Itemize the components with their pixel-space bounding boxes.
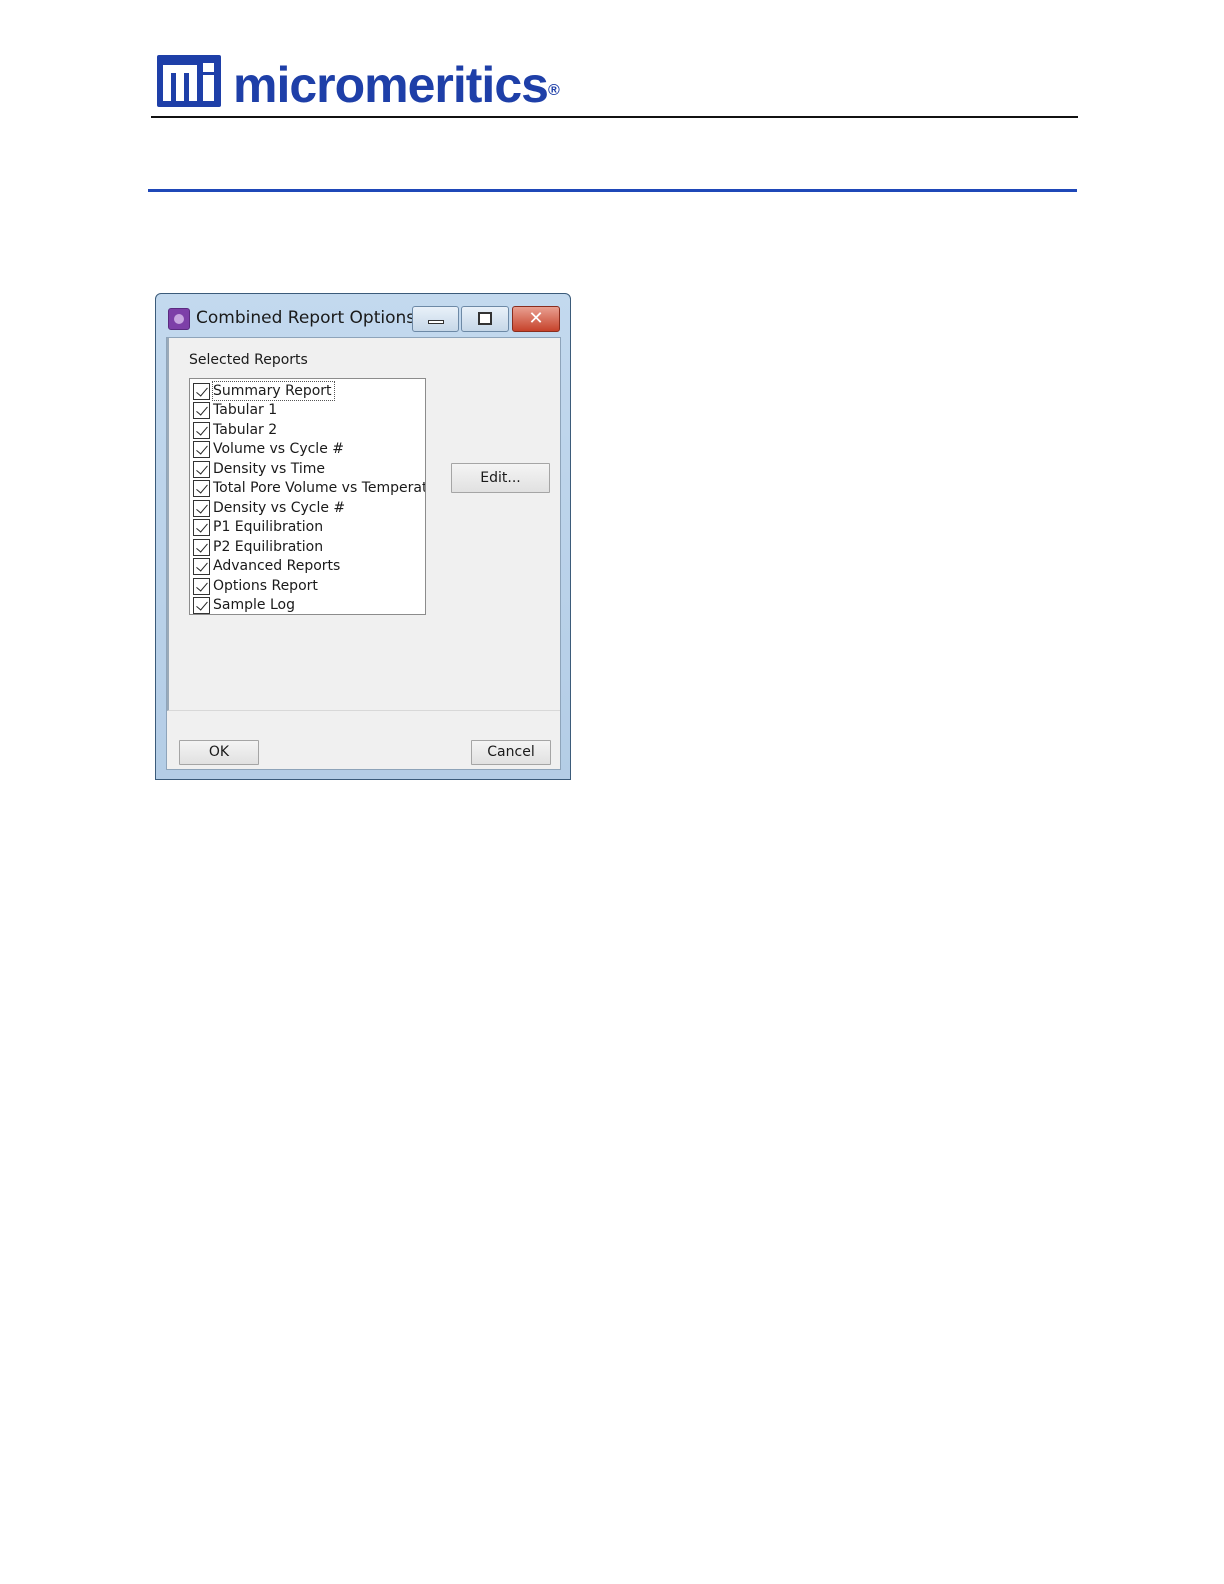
checkbox-checked-icon[interactable]: [193, 577, 210, 595]
report-list-item[interactable]: Volume vs Cycle #: [192, 439, 425, 459]
report-list-item[interactable]: P1 Equilibration: [192, 517, 425, 537]
report-list-item[interactable]: Summary Report: [192, 381, 425, 401]
report-selection-panel: Selected Reports Summary Report Tabular 1…: [167, 338, 560, 711]
report-list-item[interactable]: Advanced Reports: [192, 556, 425, 576]
checkbox-checked-icon[interactable]: [193, 421, 210, 439]
checkbox-checked-icon[interactable]: [193, 441, 210, 459]
report-list-item[interactable]: Tabular 1: [192, 400, 425, 420]
report-list-item[interactable]: Density vs Time: [192, 459, 425, 478]
report-list-item-label: P1 Equilibration: [213, 519, 324, 536]
checkbox-checked-icon[interactable]: [193, 499, 210, 517]
checkbox-checked-icon[interactable]: [193, 538, 210, 556]
report-list-item-label: Density vs Time: [213, 460, 325, 477]
report-list-item-label: Tabular 1: [213, 402, 278, 419]
report-list-item-label: Advanced Reports: [213, 558, 341, 575]
selected-reports-list[interactable]: Summary Report Tabular 1 Tabular 2 Volume v…: [189, 378, 426, 615]
checkbox-checked-icon[interactable]: [193, 383, 210, 400]
brand-wordmark: micromeritics®: [233, 57, 560, 113]
report-list-item-label: Options Report: [213, 577, 318, 594]
report-list-item[interactable]: Sample Log: [192, 595, 425, 614]
checkbox-checked-icon[interactable]: [193, 402, 210, 420]
report-list-item-label: Density vs Cycle #: [213, 499, 346, 516]
checkbox-checked-icon[interactable]: [193, 596, 210, 614]
checkbox-checked-icon[interactable]: [193, 519, 210, 537]
report-list-item-label: P2 Equilibration: [213, 538, 324, 555]
report-list-item-label: Volume vs Cycle #: [213, 441, 344, 458]
checkbox-checked-icon[interactable]: [193, 480, 210, 498]
close-icon[interactable]: ✕: [512, 306, 560, 332]
report-list-item[interactable]: Options Report: [192, 576, 425, 595]
report-list-item[interactable]: Total Pore Volume vs Temperatu: [192, 478, 426, 498]
combined-report-options-dialog: Combined Report Options ✕ Selected Repor…: [155, 293, 571, 780]
mi-logo-icon: [157, 55, 221, 107]
dialog-title: Combined Report Options: [196, 308, 416, 328]
checkbox-checked-icon[interactable]: [193, 558, 210, 576]
edit-button[interactable]: Edit...: [451, 463, 550, 493]
title-bar[interactable]: Combined Report Options ✕: [156, 294, 570, 336]
report-list-item[interactable]: P2 Equilibration: [192, 537, 425, 556]
checkbox-checked-icon[interactable]: [193, 460, 210, 478]
maximize-icon[interactable]: [461, 306, 509, 332]
ok-button[interactable]: OK: [179, 740, 259, 765]
header-rule: [151, 116, 1078, 118]
minimize-icon[interactable]: [412, 306, 459, 332]
dialog-client-area: Selected Reports Summary Report Tabular 1…: [166, 337, 561, 770]
report-list-item-label: Tabular 2: [213, 421, 278, 438]
cancel-button[interactable]: Cancel: [471, 740, 551, 765]
report-list-item[interactable]: Tabular 2: [192, 420, 425, 439]
app-icon[interactable]: [168, 308, 190, 330]
report-list-item-label: Total Pore Volume vs Temperatu: [213, 480, 426, 497]
selected-reports-label: Selected Reports: [189, 352, 308, 368]
report-list-item[interactable]: Density vs Cycle #: [192, 498, 425, 517]
report-list-item-label: Summary Report: [212, 381, 335, 401]
section-rule: [148, 189, 1077, 192]
report-list-item-label: Sample Log: [213, 596, 295, 613]
